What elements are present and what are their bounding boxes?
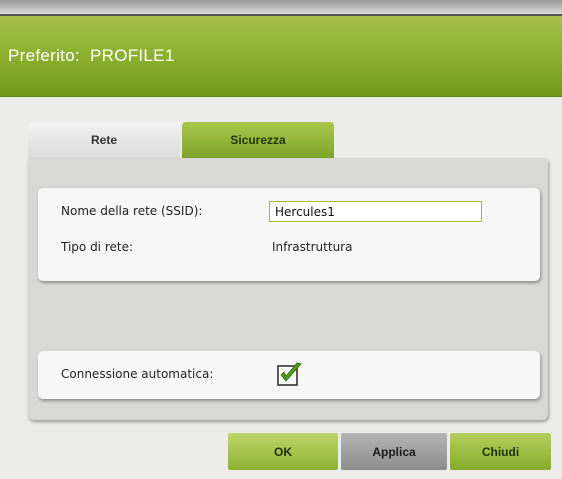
tab-sicurezza[interactable]: Sicurezza xyxy=(182,122,334,158)
close-button[interactable]: Chiudi xyxy=(450,433,551,470)
network-type-label: Tipo di rete: xyxy=(61,240,134,254)
auto-connect-checkbox[interactable] xyxy=(277,362,302,386)
header-banner: Preferito: PROFILE1 xyxy=(0,16,562,97)
tab-rete[interactable]: Rete xyxy=(28,122,180,158)
auto-connect-label: Connessione automatica: xyxy=(61,367,214,381)
ssid-input[interactable] xyxy=(269,201,482,222)
network-type-value: Infrastruttura xyxy=(272,240,353,254)
apply-button-label: Applica xyxy=(372,444,416,459)
window-top-bar xyxy=(0,0,562,16)
ok-button-label: OK xyxy=(274,444,292,459)
apply-button[interactable]: Applica xyxy=(341,433,447,470)
ok-button[interactable]: OK xyxy=(228,433,338,470)
ssid-label: Nome della rete (SSID): xyxy=(61,204,203,218)
page-title: Preferito: PROFILE1 xyxy=(8,46,175,66)
favorite-label: Preferito: xyxy=(8,46,80,65)
profile-name: PROFILE1 xyxy=(89,46,175,65)
close-button-label: Chiudi xyxy=(481,444,520,459)
tab-rete-label: Rete xyxy=(90,133,117,147)
tab-sicurezza-label: Sicurezza xyxy=(230,133,286,147)
checkmark-icon xyxy=(277,362,302,386)
